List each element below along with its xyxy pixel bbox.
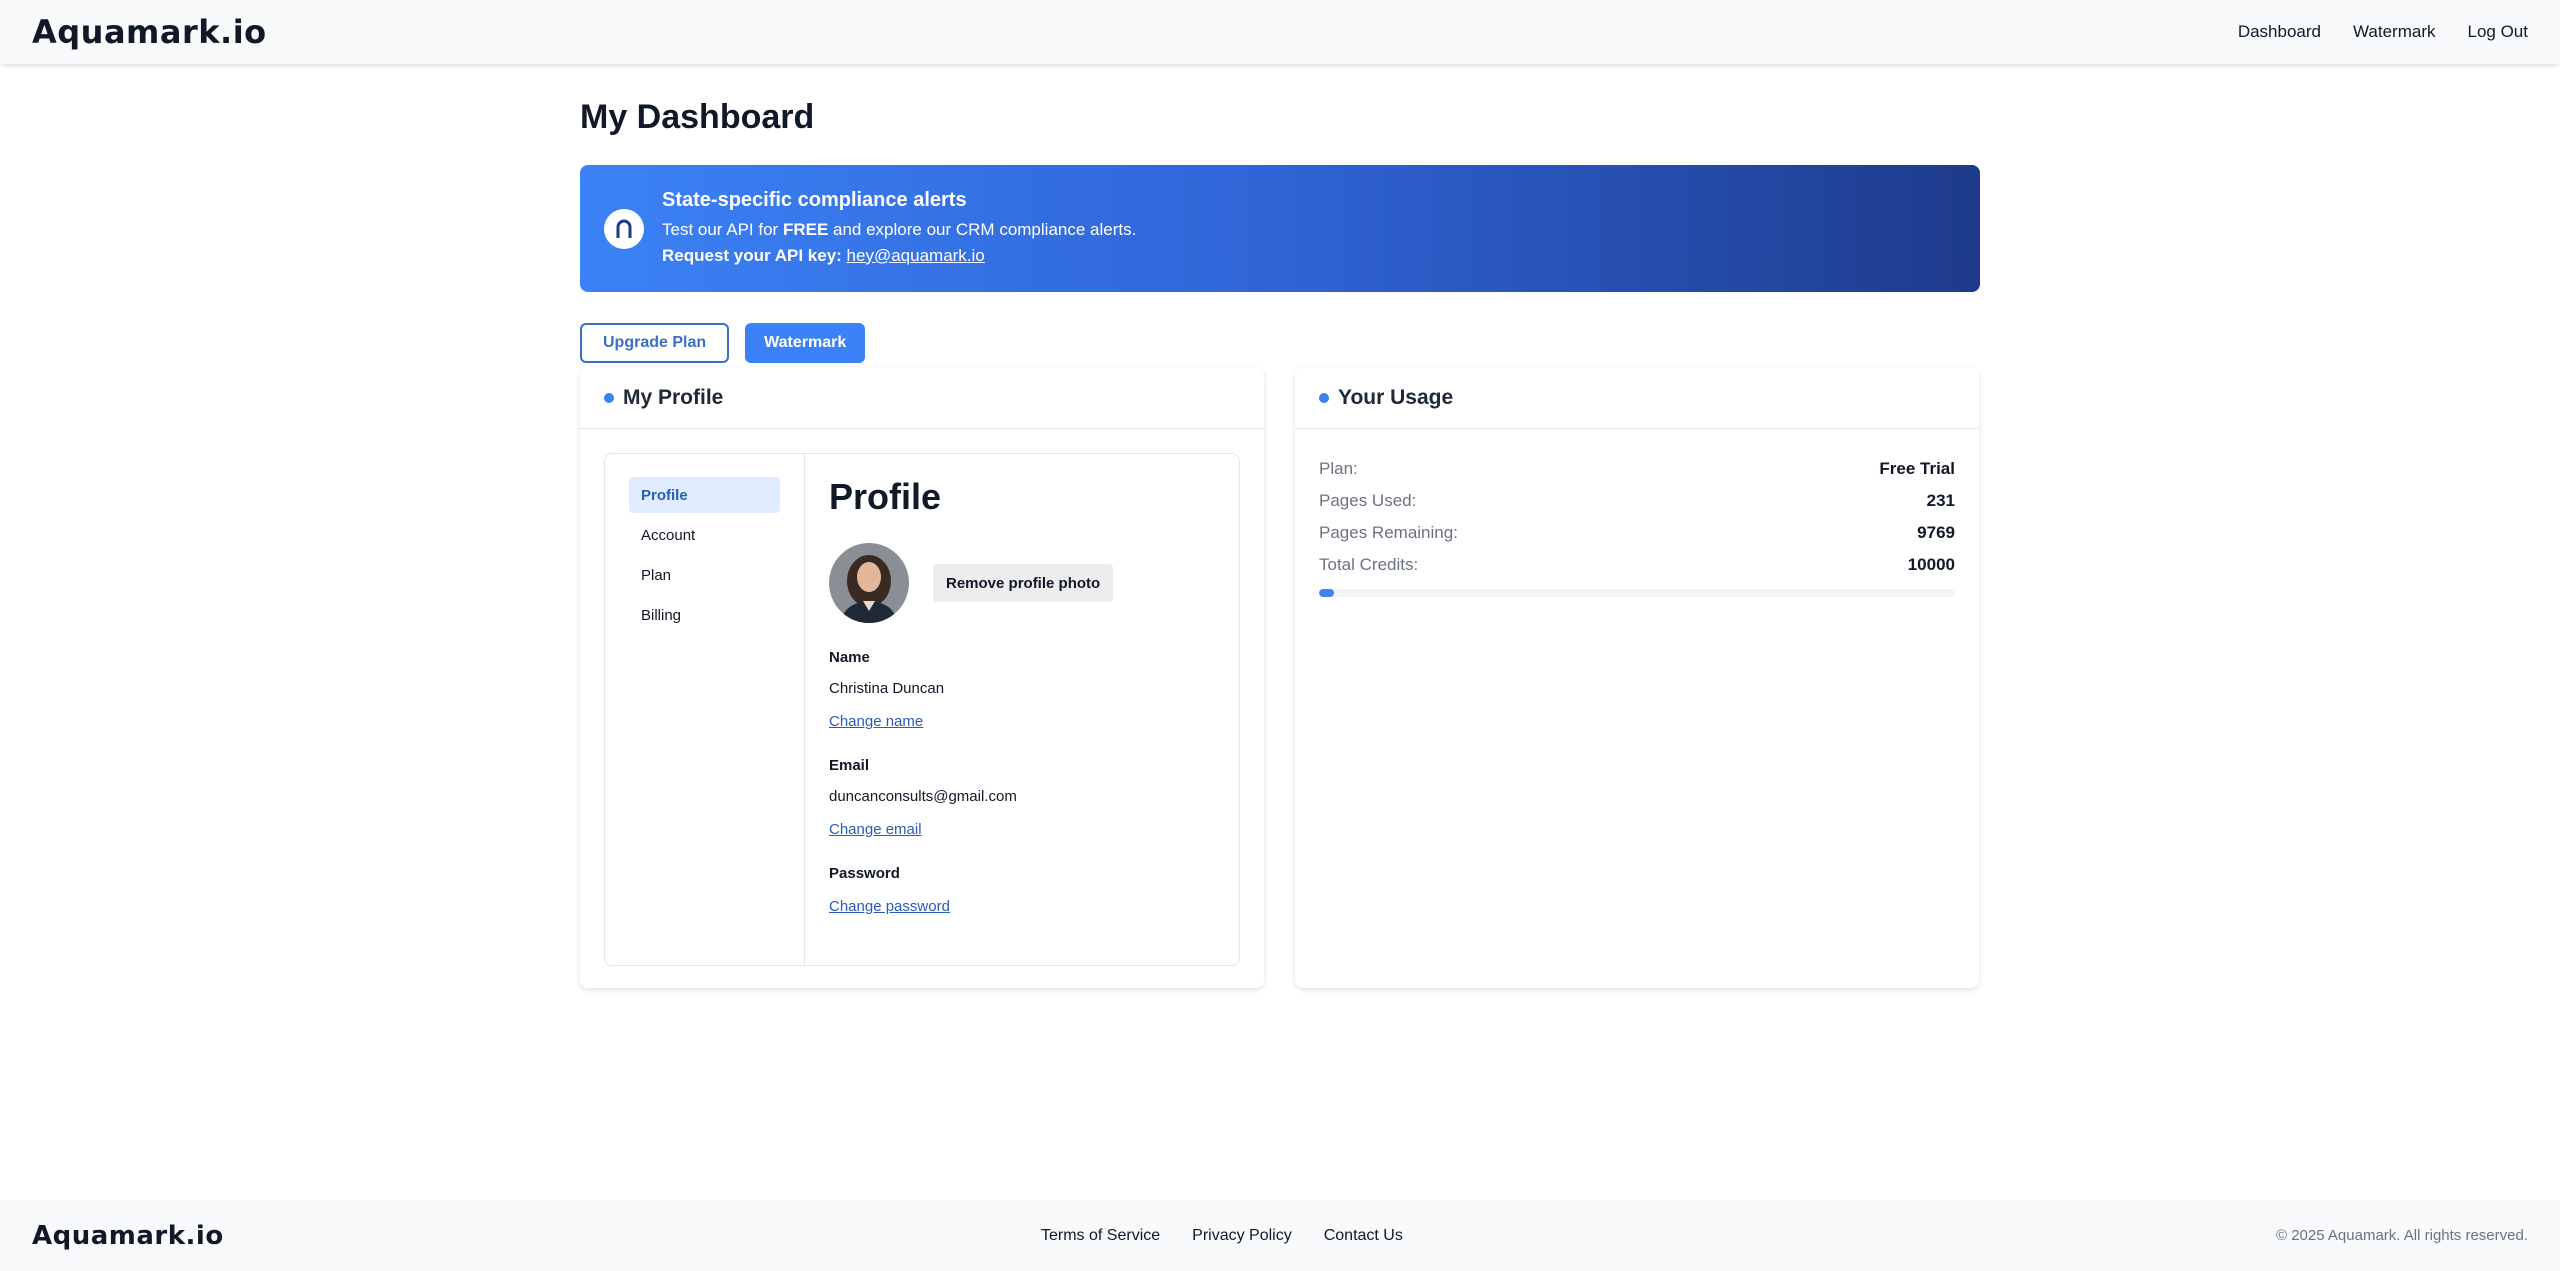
usage-row-total-credits: Total Credits: 10000	[1319, 549, 1955, 581]
password-label: Password	[829, 865, 900, 882]
usage-stats: Plan: Free Trial Pages Used: 231 Pages R…	[1295, 429, 1979, 621]
plan-value: Free Trial	[1879, 459, 1955, 478]
banner-title: State-specific compliance alerts	[662, 188, 967, 211]
your-usage-title: Your Usage	[1338, 385, 1454, 409]
your-usage-card: Your Usage Plan: Free Trial Pages Used: …	[1295, 367, 1979, 988]
page-title: My Dashboard	[580, 98, 815, 136]
copyright-text: © 2025 Aquamark. All rights reserved.	[2275, 1227, 2528, 1244]
sidenav-item-plan[interactable]: Plan	[629, 557, 780, 593]
nav-dashboard-link[interactable]: Dashboard	[2238, 22, 2321, 42]
usage-progress-bar	[1319, 589, 1955, 597]
my-profile-card: My Profile Profile Account Plan Billing …	[580, 367, 1264, 988]
action-buttons: Upgrade Plan Watermark	[580, 323, 1980, 363]
change-email-link[interactable]: Change email	[829, 821, 922, 838]
my-profile-title: My Profile	[623, 385, 724, 409]
pages-remaining-label: Pages Remaining:	[1319, 523, 1458, 542]
profile-content: Profile Remove profile photo Name Christ…	[805, 454, 1239, 965]
watermark-button[interactable]: Watermark	[745, 323, 866, 363]
pages-used-label: Pages Used:	[1319, 491, 1417, 510]
footer: Aquamark.io Terms of Service Privacy Pol…	[0, 1200, 2560, 1271]
main-content: My Dashboard State-specific compliance a…	[580, 64, 1980, 988]
name-label: Name	[829, 649, 870, 666]
photo-row: Remove profile photo	[829, 543, 1215, 623]
footer-logo[interactable]: Aquamark.io	[32, 1221, 224, 1251]
nav-watermark-link[interactable]: Watermark	[2353, 22, 2436, 42]
banner-text: State-specific compliance alerts Test ou…	[662, 189, 1136, 269]
usage-row-plan: Plan: Free Trial	[1319, 453, 1955, 485]
email-label: Email	[829, 757, 870, 774]
footer-links: Terms of Service Privacy Policy Contact …	[1041, 1227, 1403, 1245]
remove-photo-button[interactable]: Remove profile photo	[933, 564, 1114, 602]
total-credits-value: 10000	[1907, 555, 1955, 574]
banner-line-2: Request your API key: hey@aquamark.io	[662, 245, 985, 265]
pages-used-value: 231	[1926, 491, 1955, 510]
terms-link[interactable]: Terms of Service	[1041, 1227, 1160, 1245]
plan-label: Plan:	[1319, 459, 1358, 478]
dashboard-cards: My Profile Profile Account Plan Billing …	[580, 367, 1980, 988]
bullet-dot-icon	[604, 392, 614, 403]
api-email-link[interactable]: hey@aquamark.io	[847, 246, 985, 265]
profile-heading: Profile	[829, 476, 942, 517]
bullet-dot-icon	[1319, 392, 1329, 403]
main-nav: Dashboard Watermark Log Out	[2238, 22, 2528, 42]
compliance-banner: State-specific compliance alerts Test ou…	[580, 165, 1980, 292]
arch-icon	[604, 208, 644, 249]
profile-sidenav: Profile Account Plan Billing	[605, 454, 805, 965]
change-name-link[interactable]: Change name	[829, 713, 923, 730]
banner-line-1: Test our API for FREE and explore our CR…	[662, 219, 1137, 239]
sidenav-item-account[interactable]: Account	[629, 517, 780, 553]
usage-row-pages-used: Pages Used: 231	[1319, 485, 1955, 517]
nav-logout-link[interactable]: Log Out	[2468, 22, 2529, 42]
privacy-link[interactable]: Privacy Policy	[1192, 1227, 1292, 1245]
usage-progress-fill	[1319, 589, 1334, 597]
your-usage-header: Your Usage	[1295, 367, 1979, 429]
name-value: Christina Duncan	[829, 680, 945, 697]
sidenav-item-profile[interactable]: Profile	[629, 477, 780, 513]
pages-remaining-value: 9769	[1917, 523, 1955, 542]
top-navbar: Aquamark.io Dashboard Watermark Log Out	[0, 0, 2560, 64]
contact-link[interactable]: Contact Us	[1324, 1227, 1403, 1245]
avatar	[829, 543, 909, 623]
sidenav-item-billing[interactable]: Billing	[629, 597, 780, 633]
logo[interactable]: Aquamark.io	[32, 13, 267, 51]
email-value: duncanconsults@gmail.com	[829, 788, 1017, 805]
change-password-link[interactable]: Change password	[829, 898, 950, 915]
usage-row-pages-remaining: Pages Remaining: 9769	[1319, 517, 1955, 549]
upgrade-plan-button[interactable]: Upgrade Plan	[580, 323, 730, 363]
my-profile-header: My Profile	[580, 367, 1264, 429]
profile-panel: Profile Account Plan Billing Profile Rem…	[604, 453, 1240, 966]
total-credits-label: Total Credits:	[1319, 555, 1419, 574]
